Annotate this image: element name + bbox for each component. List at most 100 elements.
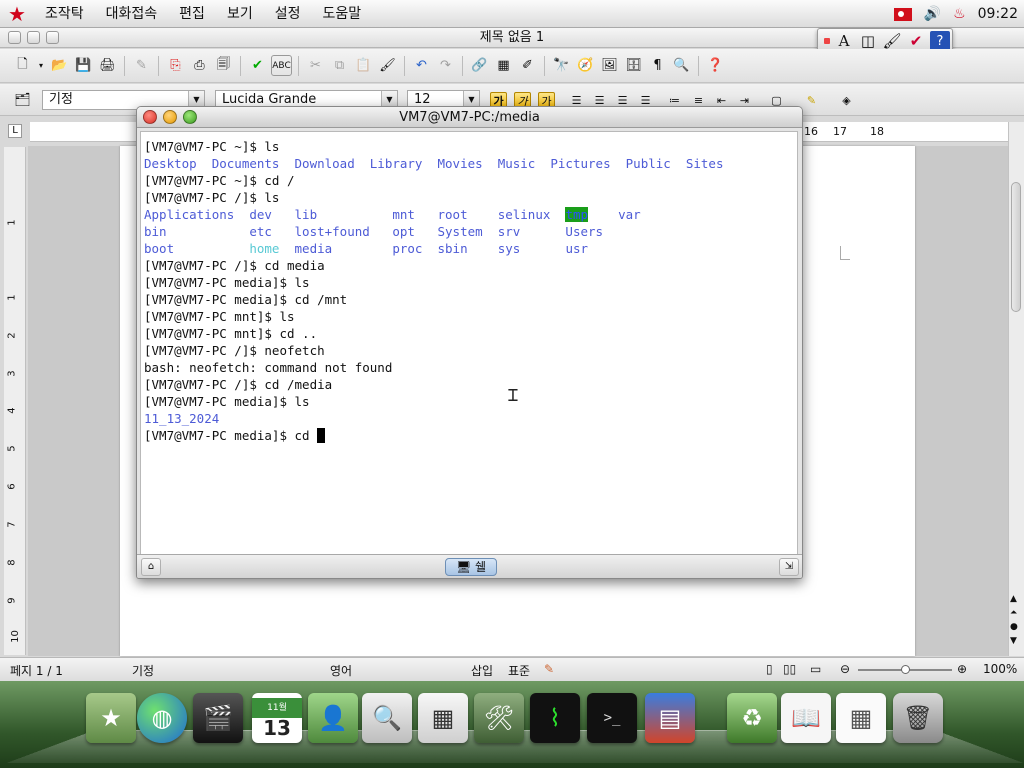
zoom-in-icon[interactable]: ⊕ xyxy=(957,662,967,676)
edit-file-icon[interactable]: ✎ xyxy=(131,55,152,76)
font-icon[interactable]: A xyxy=(834,31,854,51)
menu-control[interactable]: 조작탁 xyxy=(34,0,95,28)
terminal-tabbar: ⌂ 🖥 쉘 ⇲ xyxy=(137,554,802,578)
maximize-window-button[interactable] xyxy=(46,31,59,44)
terminal-titlebar[interactable]: VM7@VM7-PC:/media xyxy=(137,107,802,128)
nonprinting-chars-icon[interactable]: ¶ xyxy=(647,55,668,76)
new-tab-icon[interactable]: ⌂ xyxy=(141,558,161,576)
volume-icon[interactable]: 🔊 xyxy=(924,6,941,22)
system-tools-icon[interactable]: 🛠 xyxy=(474,693,524,743)
office-suite-icon[interactable]: ▤ xyxy=(645,693,695,743)
text-cursor xyxy=(317,428,326,443)
autocorrect-icon[interactable]: ABC xyxy=(271,55,292,76)
menu-view[interactable]: 보기 xyxy=(216,0,264,28)
multi-page-view-icon[interactable]: ▯▯ xyxy=(783,662,796,676)
export-pdf-icon[interactable]: ⎘ xyxy=(165,55,186,76)
close-icon[interactable] xyxy=(143,110,157,124)
toolbar-separator xyxy=(298,55,299,76)
find-replace-icon[interactable]: 🔭 xyxy=(551,55,572,76)
flag-icon[interactable] xyxy=(893,7,912,21)
copy-icon[interactable]: ⧉ xyxy=(329,55,350,76)
minimize-icon[interactable] xyxy=(163,110,177,124)
zoom-slider-knob[interactable] xyxy=(901,665,910,674)
calculator-icon[interactable]: ▦ xyxy=(418,693,468,743)
maximize-icon[interactable] xyxy=(183,110,197,124)
undo-icon[interactable]: ↶ xyxy=(411,55,432,76)
contacts-book-icon[interactable]: ★ xyxy=(86,693,136,743)
brush-icon[interactable]: 🖌 xyxy=(882,31,902,51)
image-viewer-icon[interactable]: 🔍 xyxy=(362,693,412,743)
calendar-icon[interactable]: 11월 13 xyxy=(252,693,302,743)
insert-mode-indicator[interactable]: 삽입 xyxy=(471,662,493,679)
zoom-out-icon[interactable]: ⊖ xyxy=(840,662,850,676)
save-icon[interactable]: 💾 xyxy=(73,55,94,76)
help-icon[interactable]: ? xyxy=(930,31,950,51)
spreadsheet-icon[interactable]: ▦ xyxy=(836,693,886,743)
previous-page-icon[interactable]: ⏶ xyxy=(1010,608,1017,618)
menu-help[interactable]: 도움말 xyxy=(311,0,372,28)
print-preview-icon[interactable]: 🖨 xyxy=(97,55,118,76)
address-book-icon[interactable]: 👤 xyxy=(308,693,358,743)
language-indicator[interactable]: 영어 xyxy=(330,662,352,679)
scrollbar-thumb[interactable] xyxy=(1011,182,1021,312)
background-color-icon[interactable]: ◈ xyxy=(838,92,855,109)
close-window-button[interactable] xyxy=(8,31,21,44)
open-folder-icon[interactable]: 📂 xyxy=(49,55,70,76)
columns-icon[interactable]: ◫ xyxy=(858,31,878,51)
data-sources-icon[interactable]: 🗄 xyxy=(623,55,644,76)
menu-dialog[interactable]: 대화접속 xyxy=(95,0,169,28)
star-menu-icon[interactable]: ★ xyxy=(0,0,34,28)
toolbar-separator xyxy=(462,55,463,76)
zoom-icon[interactable]: 🔍 xyxy=(671,55,692,76)
navigation-icon[interactable]: ● xyxy=(1010,622,1018,632)
tab-stop-selector[interactable]: L xyxy=(8,124,22,138)
selection-mode-indicator[interactable]: 표준 xyxy=(508,662,530,679)
print-icon[interactable]: ⎙ xyxy=(189,55,210,76)
gallery-icon[interactable]: 🖼 xyxy=(599,55,620,76)
terminal-output[interactable]: [VM7@VM7-PC ~]$ ls Desktop Documents Dow… xyxy=(140,131,798,561)
cut-icon[interactable]: ✂ xyxy=(305,55,326,76)
format-paintbrush-icon[interactable]: 🖌 xyxy=(377,55,398,76)
menu-edit[interactable]: 편집 xyxy=(168,0,216,28)
terminal-icon[interactable]: >_ xyxy=(587,693,637,743)
video-player-icon[interactable]: 🎬 xyxy=(193,693,243,743)
tab-shell[interactable]: 🖥 쉘 xyxy=(445,558,497,576)
software-manager-icon[interactable]: ♻ xyxy=(727,693,777,743)
spellcheck-icon[interactable]: ✔ xyxy=(906,31,926,51)
resize-grip-icon[interactable]: ⇲ xyxy=(779,558,799,576)
minimize-window-button[interactable] xyxy=(27,31,40,44)
document-viewer-icon[interactable]: 📖 xyxy=(781,693,831,743)
show-draw-functions-icon[interactable]: ✐ xyxy=(517,55,538,76)
page-indicator: 페지 1 / 1 xyxy=(10,664,63,678)
page-preview-icon[interactable]: 🗐 xyxy=(213,55,234,76)
navigator-icon[interactable]: 🧭 xyxy=(575,55,596,76)
scroll-down-icon[interactable]: ▼ xyxy=(1010,636,1017,646)
system-monitor-icon[interactable]: ⌇ xyxy=(530,693,580,743)
palette-close-icon[interactable] xyxy=(824,38,830,44)
terminal-window[interactable]: VM7@VM7-PC:/media [VM7@VM7-PC ~]$ ls Des… xyxy=(136,106,803,579)
highlight-icon[interactable]: ✎ xyxy=(803,92,820,109)
update-icon[interactable]: ♨ xyxy=(953,6,966,22)
help-circle-icon[interactable]: ❓ xyxy=(705,55,726,76)
zoom-slider[interactable] xyxy=(858,665,952,674)
book-view-icon[interactable]: ▭ xyxy=(810,662,821,676)
terminal-prompt-line: [VM7@VM7-PC media]$ cd xyxy=(144,428,318,443)
table-icon[interactable]: ▦ xyxy=(493,55,514,76)
new-document-icon[interactable]: 🗋 xyxy=(12,55,33,76)
redo-icon[interactable]: ↷ xyxy=(435,55,456,76)
vertical-ruler[interactable]: 1 1 2 3 4 5 6 7 8 9 10 xyxy=(4,147,26,655)
web-browser-icon[interactable]: ◍ xyxy=(137,693,187,743)
new-dropdown-icon[interactable]: ▾ xyxy=(36,55,46,76)
paste-icon[interactable]: 📋 xyxy=(353,55,374,76)
zoom-level[interactable]: 100% xyxy=(983,662,1017,676)
scroll-up-icon[interactable]: ▲ xyxy=(1010,594,1017,604)
spelling-icon[interactable]: ✔ xyxy=(247,55,268,76)
hyperlink-icon[interactable]: 🔗 xyxy=(469,55,490,76)
styles-icon[interactable]: 🗂 xyxy=(12,90,33,111)
menu-settings[interactable]: 설정 xyxy=(264,0,312,28)
ruler-mark: 8 xyxy=(6,559,18,566)
trash-icon[interactable]: 🗑 xyxy=(893,693,943,743)
vertical-scrollbar[interactable]: ▲ ⏶ ● ▼ xyxy=(1008,122,1024,656)
single-page-view-icon[interactable]: ▯ xyxy=(766,662,773,676)
clock[interactable]: 09:22 xyxy=(978,6,1018,22)
